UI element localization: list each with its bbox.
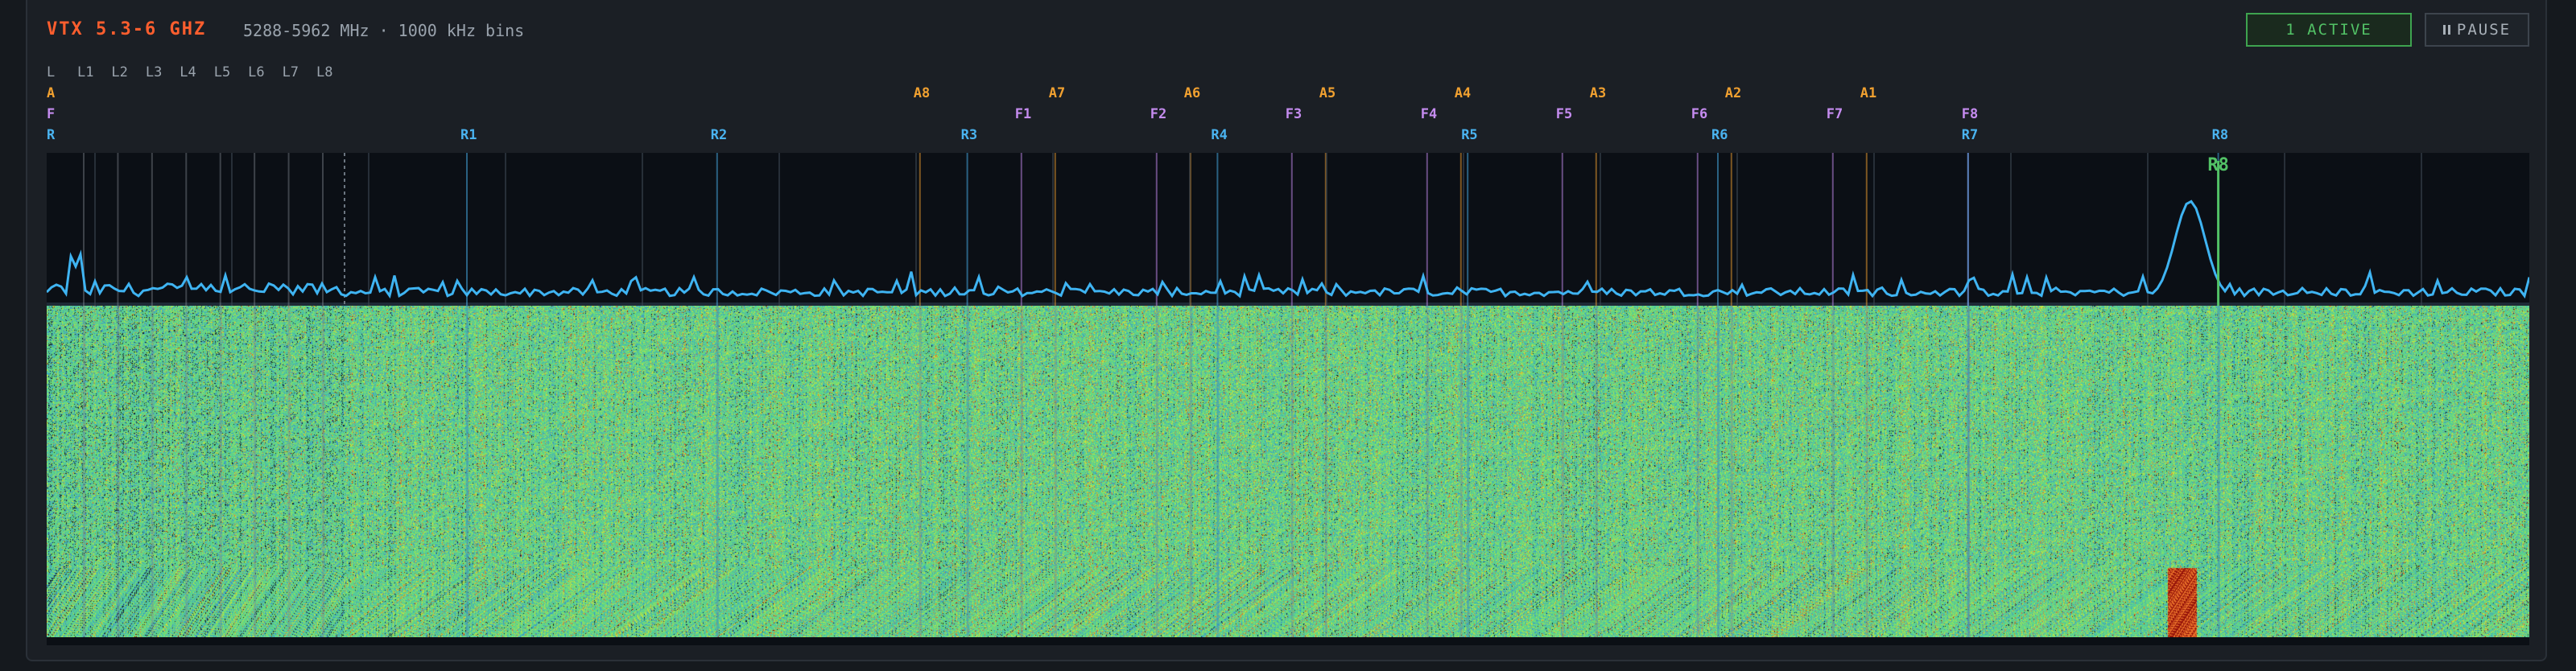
pause-icon	[2442, 25, 2450, 35]
channel-label-a3: A3	[1589, 85, 1607, 101]
channel-label-r8: R8	[2211, 127, 2229, 143]
pause-label: PAUSE	[2456, 21, 2512, 39]
channel-label-a4: A4	[1454, 85, 1472, 101]
spectrum-trace: R8	[47, 153, 2529, 306]
band-key-a: A	[47, 85, 56, 101]
channel-label-a5: A5	[1319, 85, 1336, 101]
channel-label-l4: L4	[180, 64, 196, 80]
channel-label-a7: A7	[1048, 85, 1066, 101]
channel-label-f5: F5	[1555, 106, 1573, 122]
channel-label-a8: A8	[913, 85, 931, 101]
channel-label-r6: R6	[1711, 127, 1728, 143]
channel-label-f3: F3	[1285, 106, 1302, 122]
channel-label-l3: L3	[145, 64, 163, 80]
channel-label-f8: F8	[1961, 106, 1979, 122]
channel-label-l7: L7	[282, 64, 299, 80]
channel-label-l5: L5	[213, 64, 231, 80]
active-count-button[interactable]: 1 ACTIVE	[2246, 13, 2412, 47]
channel-label-f4: F4	[1420, 106, 1438, 122]
channel-label-a6: A6	[1183, 85, 1201, 101]
frequency-range-label: 5288-5962 MHz · 1000 kHz bins	[243, 21, 525, 40]
channel-label-a2: A2	[1724, 85, 1742, 101]
channel-label-r2: R2	[710, 127, 728, 143]
active-channel-label: R8	[2207, 155, 2229, 175]
waterfall-display	[47, 306, 2529, 637]
channel-label-l1: L1	[77, 64, 94, 80]
page-title: VTX 5.3-6 GHZ	[47, 19, 207, 39]
band-key-l: L	[47, 64, 56, 80]
channel-label-l8: L8	[316, 64, 333, 80]
pause-button[interactable]: PAUSE	[2425, 13, 2529, 47]
channel-label-r1: R1	[460, 127, 477, 143]
active-count-label: 1 ACTIVE	[2285, 21, 2372, 39]
spectrum-trace-line	[47, 200, 2529, 299]
channel-label-a1: A1	[1860, 85, 1877, 101]
channel-label-f7: F7	[1826, 106, 1843, 122]
channel-label-r5: R5	[1461, 127, 1478, 143]
channel-label-r4: R4	[1211, 127, 1228, 143]
channel-label-r3: R3	[960, 127, 978, 143]
channel-label-f1: F1	[1014, 106, 1032, 122]
channel-label-l6: L6	[248, 64, 265, 80]
channel-labels: L A F R L1 L2 L3 L4 L5 L6 L7 L8 A8 A7 A6 A5 A4 A3 A2 A1…	[47, 64, 2529, 145]
channel-label-f2: F2	[1150, 106, 1167, 122]
band-key-f: F	[47, 106, 56, 122]
channel-label-f6: F6	[1690, 106, 1708, 122]
channel-label-r7: R7	[1961, 127, 1979, 143]
spectrum-plot[interactable]: R8	[47, 153, 2529, 645]
channel-label-l2: L2	[111, 64, 128, 80]
band-key-r: R	[47, 127, 56, 143]
